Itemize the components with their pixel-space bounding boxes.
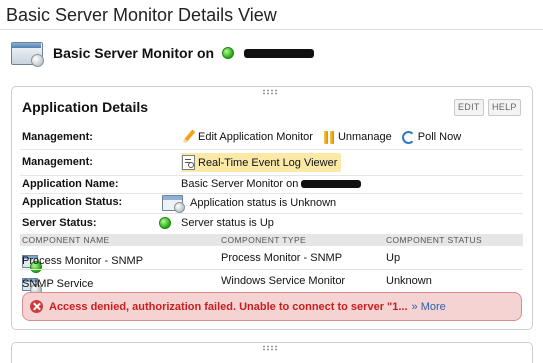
server-status-value: Server status is Up bbox=[181, 217, 274, 229]
pause-icon bbox=[323, 130, 335, 144]
component-status: Unknown bbox=[386, 275, 432, 287]
edit-application-monitor-link[interactable]: Edit Application Monitor bbox=[181, 130, 313, 144]
column-header-type: COMPONENT TYPE bbox=[221, 235, 307, 245]
table-row[interactable]: SNMP Service Windows Service Monitor Unk… bbox=[20, 270, 523, 296]
edit-button[interactable]: EDIT bbox=[454, 99, 484, 116]
redacted-node-name bbox=[244, 48, 315, 58]
management-row-2: Management: Real-Time Event Log Viewer bbox=[22, 153, 522, 173]
unmanage-link[interactable]: Unmanage bbox=[323, 130, 392, 144]
error-message: Access denied, authorization failed. Una… bbox=[49, 300, 408, 313]
app-header-label: Basic Server Monitor on bbox=[53, 45, 215, 61]
poll-now-link[interactable]: Poll Now bbox=[401, 130, 462, 144]
components-table-header: COMPONENT NAME COMPONENT TYPE COMPONENT … bbox=[20, 234, 523, 246]
component-name-link[interactable]: Process Monitor - SNMP bbox=[22, 255, 143, 267]
component-name-link[interactable]: SNMP Service bbox=[22, 278, 93, 290]
management-row: Management: Edit Application Monitor Unm… bbox=[22, 130, 522, 147]
app-header: Basic Server Monitor on bbox=[10, 36, 315, 70]
panel-drag-handle[interactable] bbox=[262, 345, 278, 351]
more-link[interactable]: » More bbox=[412, 301, 446, 313]
help-button[interactable]: HELP bbox=[488, 99, 521, 116]
management-label-2: Management: bbox=[22, 156, 93, 168]
application-status-value: Application status is Unknown bbox=[190, 196, 337, 209]
table-row[interactable]: Process Monitor - SNMP Process Monitor -… bbox=[20, 247, 523, 273]
event-log-viewer-link[interactable]: Real-Time Event Log Viewer bbox=[181, 153, 342, 172]
panel-drag-handle[interactable] bbox=[262, 89, 278, 95]
poll-now-label: Poll Now bbox=[417, 131, 462, 143]
application-details-panel: Application Details EDIT HELP Management… bbox=[11, 86, 533, 330]
application-unknown-icon bbox=[162, 194, 185, 213]
server-status-row: Server Status: Server status is Up bbox=[22, 216, 522, 232]
refresh-icon bbox=[401, 130, 415, 144]
error-message-bar: Access denied, authorization failed. Una… bbox=[22, 292, 522, 321]
pencil-icon bbox=[181, 130, 195, 144]
row-divider bbox=[20, 175, 523, 176]
server-up-icon bbox=[159, 217, 171, 229]
event-log-viewer-label: Real-Time Event Log Viewer bbox=[198, 156, 338, 169]
application-name-value: Basic Server Monitor on bbox=[181, 178, 299, 190]
event-log-icon bbox=[182, 155, 195, 170]
application-window-icon bbox=[10, 39, 44, 67]
management-label: Management: bbox=[22, 131, 93, 143]
column-header-status: COMPONENT STATUS bbox=[386, 235, 483, 245]
redacted-node-name bbox=[301, 180, 362, 188]
edit-application-monitor-label: Edit Application Monitor bbox=[198, 131, 313, 143]
row-divider bbox=[20, 213, 523, 214]
component-type: Windows Service Monitor bbox=[221, 275, 346, 287]
node-status-up-icon bbox=[222, 47, 235, 59]
unmanage-label: Unmanage bbox=[337, 131, 392, 143]
page-title: Basic Server Monitor Details View bbox=[6, 5, 277, 25]
application-status-label: Application Status: bbox=[22, 196, 123, 208]
component-type: Process Monitor - SNMP bbox=[221, 252, 343, 264]
server-status-label: Server Status: bbox=[22, 217, 97, 229]
component-status: Up bbox=[386, 252, 401, 264]
row-divider bbox=[20, 149, 523, 150]
error-icon bbox=[30, 300, 43, 313]
panel-title: Application Details bbox=[22, 99, 149, 115]
application-status-row: Application Status: Application status i… bbox=[22, 194, 522, 213]
application-name-label: Application Name: bbox=[22, 178, 119, 190]
title-divider bbox=[0, 29, 543, 30]
next-panel bbox=[11, 342, 533, 363]
column-header-name: COMPONENT NAME bbox=[22, 235, 110, 245]
application-name-row: Application Name: Basic Server Monitor o… bbox=[22, 178, 522, 192]
